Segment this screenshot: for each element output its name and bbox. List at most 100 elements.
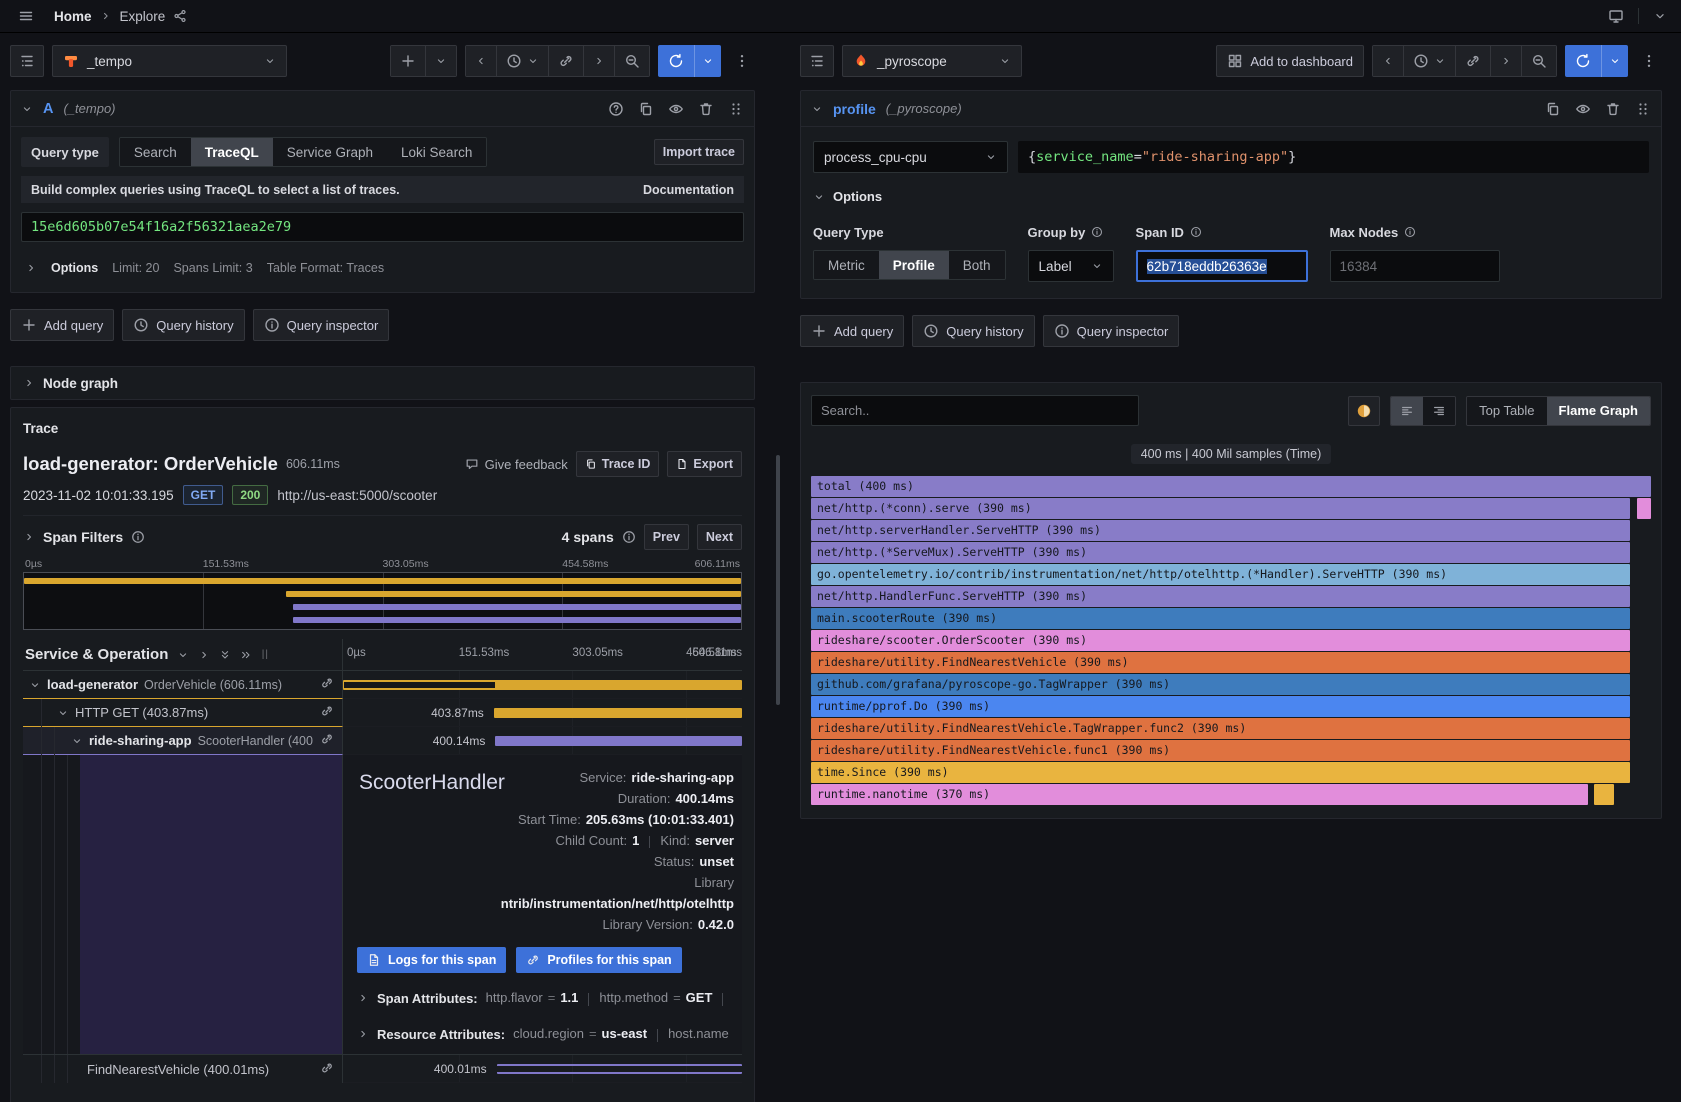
- max-nodes-input[interactable]: [1330, 250, 1500, 282]
- add-query-button[interactable]: Add query: [800, 315, 904, 347]
- datasource-picker-pyroscope[interactable]: _pyroscope: [842, 45, 1022, 77]
- duplicate-query-icon[interactable]: [638, 101, 654, 117]
- flame-row[interactable]: rideshare/scooter.OrderScooter (390 ms): [811, 630, 1651, 651]
- flame-row-sibling-block[interactable]: [1594, 784, 1614, 805]
- breadcrumb-home[interactable]: Home: [54, 9, 92, 24]
- row-chevron-icon[interactable]: [57, 707, 69, 719]
- give-feedback-button[interactable]: Give feedback: [465, 457, 568, 472]
- pane-scrollbar[interactable]: [776, 455, 780, 705]
- max-nodes-text-input[interactable]: [1340, 259, 1490, 274]
- profile-type-select[interactable]: process_cpu-cpu: [813, 141, 1008, 173]
- row-chevron-icon[interactable]: [29, 679, 41, 691]
- flame-row[interactable]: rideshare/utility.FindNearestVehicle.Tag…: [811, 718, 1651, 739]
- zoom-out-button[interactable]: [615, 46, 649, 76]
- span-link-icon[interactable]: [320, 1061, 334, 1075]
- span-filters-chevron-icon[interactable]: [23, 531, 35, 543]
- top-table-toggle[interactable]: Top Table: [1467, 397, 1546, 425]
- flame-row-sibling-block[interactable]: [1637, 498, 1651, 519]
- time-forward-button[interactable]: [584, 46, 615, 76]
- trace-minimap[interactable]: [23, 572, 742, 630]
- traceql-query-input[interactable]: 15e6d605b07e54f16a2f56321aea2e79: [21, 212, 744, 242]
- tab-service-graph[interactable]: Service Graph: [273, 138, 387, 166]
- collapse-editor-icon[interactable]: [811, 103, 823, 115]
- flame-row[interactable]: runtime.nanotime (370 ms): [811, 784, 1651, 805]
- flame-row[interactable]: rideshare/utility.FindNearestVehicle.fun…: [811, 740, 1651, 761]
- time-back-button[interactable]: [1373, 46, 1404, 76]
- flame-graph-toggle[interactable]: Flame Graph: [1547, 397, 1650, 425]
- span-link-icon[interactable]: [320, 676, 334, 690]
- add-dropdown-button[interactable]: [426, 46, 456, 76]
- labels-query-field[interactable]: {service_name="ride-sharing-app"}: [1018, 141, 1649, 173]
- span-row-http-get[interactable]: HTTP GET (403.87ms) 403.87ms: [23, 699, 742, 727]
- resource-attributes-row[interactable]: Resource Attributes: cloud.region=us-eas…: [357, 1023, 734, 1045]
- flame-row[interactable]: go.opentelemetry.io/contrib/instrumentat…: [811, 564, 1651, 585]
- span-bar[interactable]: [495, 736, 742, 746]
- tab-search[interactable]: Search: [120, 138, 191, 166]
- flame-row[interactable]: runtime/pprof.Do (390 ms): [811, 696, 1651, 717]
- query-type-profile[interactable]: Profile: [879, 251, 949, 279]
- flame-row[interactable]: main.scooterRoute (390 ms): [811, 608, 1651, 629]
- span-filters-label[interactable]: Span Filters: [43, 529, 123, 545]
- documentation-link[interactable]: Documentation: [643, 183, 734, 197]
- column-resize-handle[interactable]: ||: [261, 649, 269, 660]
- flame-row[interactable]: net/http.serverHandler.ServeHTTP (390 ms…: [811, 520, 1651, 541]
- span-link-icon[interactable]: [320, 732, 334, 746]
- trace-id-button[interactable]: Trace ID: [576, 451, 660, 477]
- right-kebab-button[interactable]: [1636, 45, 1662, 77]
- zoom-out-button[interactable]: [1522, 46, 1556, 76]
- add-to-dashboard-button[interactable]: Add to dashboard: [1216, 45, 1364, 77]
- expand-one-icon[interactable]: [198, 649, 210, 661]
- span-bar[interactable]: [497, 1064, 742, 1074]
- span-row-find-nearest-vehicle[interactable]: FindNearestVehicle (400.01ms) 400.01ms: [23, 1055, 742, 1083]
- tab-traceql[interactable]: TraceQL: [191, 138, 273, 166]
- nav-chevron-down-icon[interactable]: [1653, 9, 1667, 23]
- copy-link-button[interactable]: [1456, 46, 1491, 76]
- span-row-scooter-handler[interactable]: ride-sharing-app ScooterHandler (400.1 4…: [23, 727, 742, 755]
- time-forward-button[interactable]: [1491, 46, 1522, 76]
- run-query-dropdown[interactable]: [1601, 45, 1628, 77]
- drag-handle-icon[interactable]: [728, 101, 744, 117]
- group-by-select[interactable]: Label: [1028, 250, 1114, 282]
- options-label[interactable]: Options: [51, 261, 98, 275]
- help-icon[interactable]: [608, 101, 624, 117]
- collapse-all-icon[interactable]: [219, 649, 231, 661]
- next-span-button[interactable]: Next: [697, 524, 742, 550]
- remove-query-icon[interactable]: [698, 101, 714, 117]
- disable-query-icon[interactable]: [668, 101, 684, 117]
- run-query-dropdown[interactable]: [694, 45, 721, 77]
- duplicate-query-icon[interactable]: [1545, 101, 1561, 117]
- flame-row[interactable]: time.Since (390 ms): [811, 762, 1651, 783]
- flame-row[interactable]: net/http.(*conn).serve (390 ms): [811, 498, 1651, 519]
- collapse-editor-icon[interactable]: [21, 103, 33, 115]
- flame-row[interactable]: rideshare/utility.FindNearestVehicle (39…: [811, 652, 1651, 673]
- options-chevron-icon[interactable]: [25, 262, 37, 274]
- add-query-button[interactable]: Add query: [10, 309, 114, 341]
- remove-query-icon[interactable]: [1605, 101, 1621, 117]
- monitor-icon[interactable]: [1608, 8, 1624, 24]
- datasource-picker-tempo[interactable]: _tempo: [52, 45, 287, 77]
- prev-span-button[interactable]: Prev: [644, 524, 689, 550]
- left-kebab-button[interactable]: [729, 45, 755, 77]
- flame-search-box[interactable]: [811, 395, 1139, 426]
- disable-query-icon[interactable]: [1575, 101, 1591, 117]
- flame-row[interactable]: net/http.(*ServeMux).ServeHTTP (390 ms): [811, 542, 1651, 563]
- options-toggle[interactable]: Options: [813, 189, 1649, 204]
- row-chevron-icon[interactable]: [71, 735, 83, 747]
- import-trace-button[interactable]: Import trace: [654, 139, 744, 165]
- expand-all-icon[interactable]: [240, 649, 252, 661]
- flame-search-input[interactable]: [821, 403, 1129, 418]
- flame-row[interactable]: total (400 ms): [811, 476, 1651, 497]
- breadcrumb-explore[interactable]: Explore: [120, 9, 166, 24]
- query-type-both[interactable]: Both: [949, 251, 1005, 279]
- query-inspector-button[interactable]: Query inspector: [253, 309, 390, 341]
- collapse-one-icon[interactable]: [177, 649, 189, 661]
- time-back-button[interactable]: [466, 46, 497, 76]
- span-row-load-generator[interactable]: load-generator OrderVehicle (606.11ms): [23, 671, 742, 699]
- node-graph-panel[interactable]: Node graph: [10, 366, 755, 400]
- span-attributes-row[interactable]: Span Attributes: http.flavor=1.1http.met…: [357, 987, 734, 1009]
- span-bar[interactable]: [343, 680, 742, 690]
- align-left-button[interactable]: [1391, 397, 1423, 425]
- logs-for-span-button[interactable]: Logs for this span: [357, 947, 506, 973]
- query-ref-id[interactable]: profile: [833, 101, 876, 117]
- drag-handle-icon[interactable]: [1635, 101, 1651, 117]
